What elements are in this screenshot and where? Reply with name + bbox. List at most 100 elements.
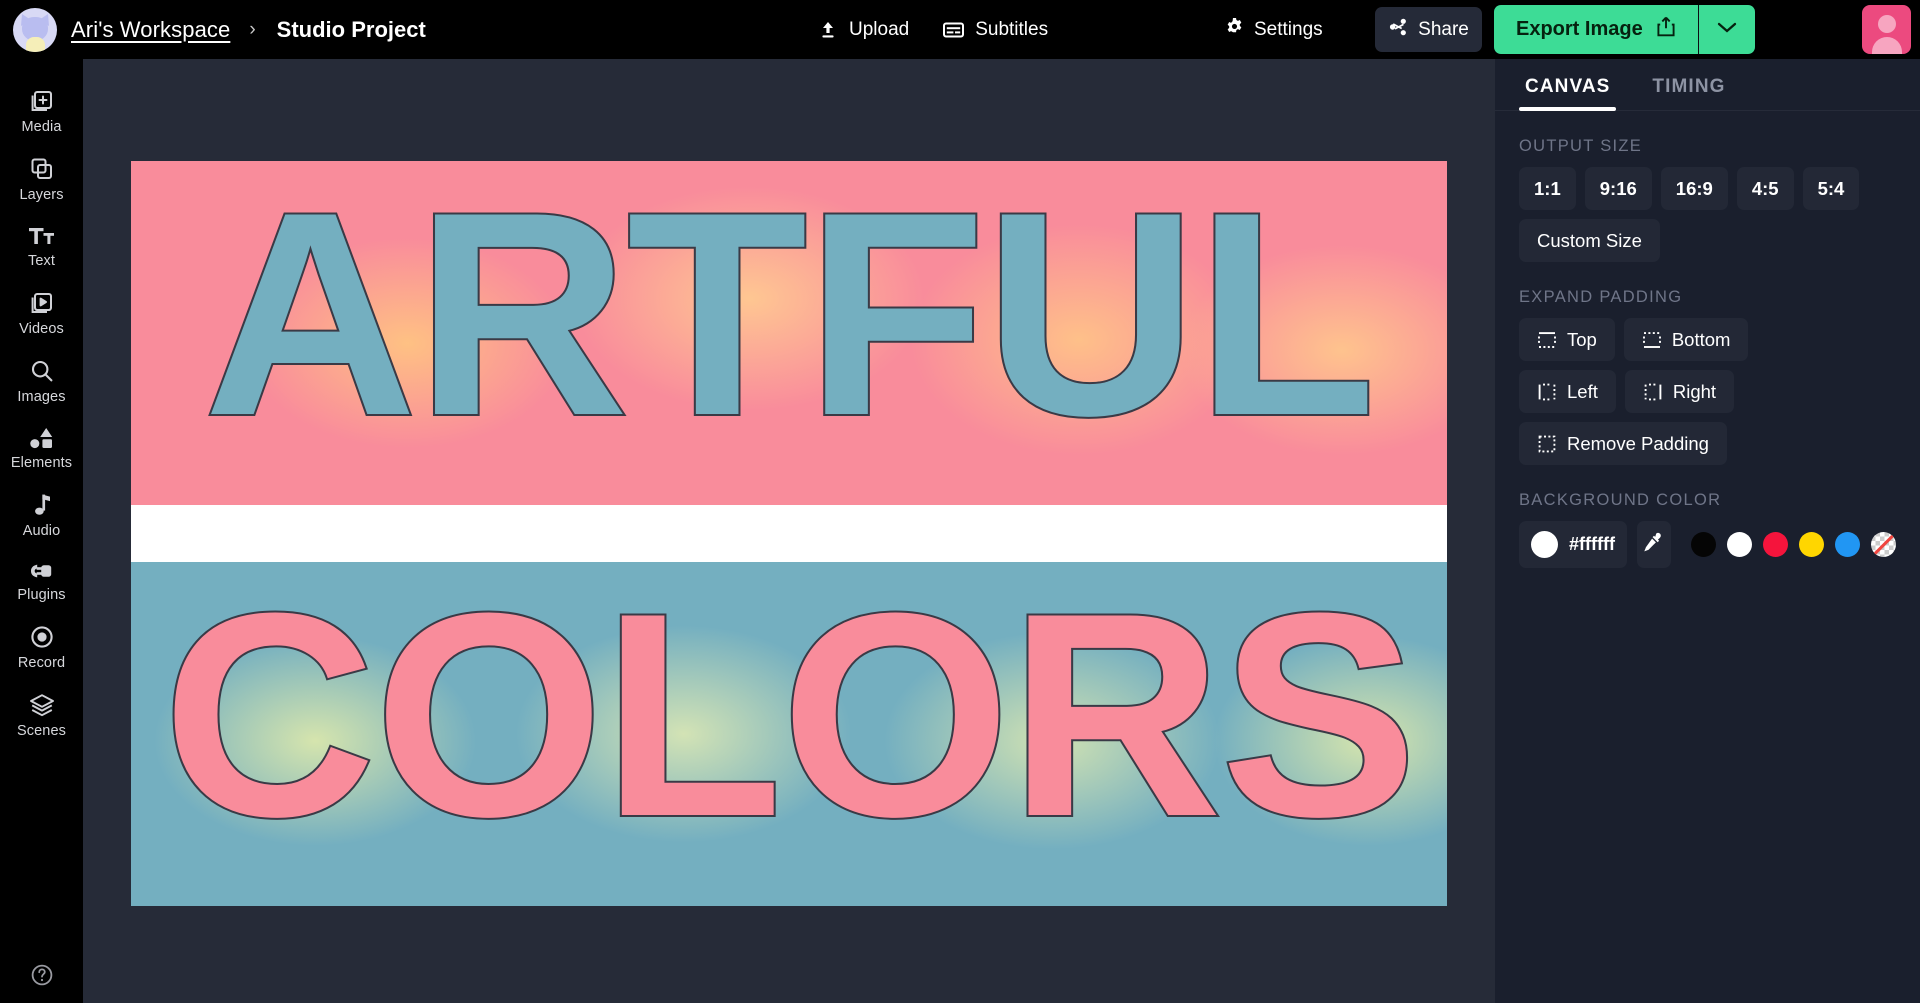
padding-top-button[interactable]: Top (1519, 318, 1615, 361)
sidebar-label-record: Record (17, 655, 66, 671)
sidebar-item-text[interactable]: Text (0, 213, 83, 279)
ratio-5-4[interactable]: 5:4 (1802, 167, 1860, 210)
top-bar-tools: Upload Subtitles (818, 0, 1048, 59)
expand-padding-row-3: Remove Padding (1495, 422, 1920, 465)
expand-padding-row-1: Top Bottom (1495, 318, 1920, 361)
share-export-icon (1656, 16, 1676, 43)
sidebar-label-images: Images (17, 389, 66, 405)
output-size-ratios: 1:1 9:16 16:9 4:5 5:4 (1495, 167, 1920, 210)
swatch-black[interactable] (1691, 532, 1716, 557)
output-size-label: OUTPUT SIZE (1519, 137, 1643, 155)
padding-remove-icon (1537, 434, 1557, 454)
upload-icon (818, 20, 838, 40)
export-image-label: Export Image (1516, 18, 1643, 40)
sidebar-item-scenes[interactable]: Scenes (0, 681, 83, 749)
background-color-controls: #ffffff (1495, 521, 1920, 568)
export-dropdown-button[interactable] (1698, 5, 1755, 54)
ratio-1-1[interactable]: 1:1 (1519, 167, 1576, 210)
padding-bottom-button[interactable]: Bottom (1623, 318, 1749, 361)
canvas-band-bottom: COLORS (131, 562, 1447, 906)
upload-label: Upload (849, 18, 910, 40)
share-button[interactable]: Share (1375, 7, 1482, 52)
subtitles-button[interactable]: Subtitles (943, 0, 1048, 59)
sidebar-item-audio[interactable]: Audio (0, 481, 83, 549)
record-icon (29, 624, 55, 650)
sidebar-label-audio: Audio (22, 523, 61, 539)
user-avatar[interactable] (1862, 5, 1911, 54)
settings-button[interactable]: Settings (1225, 0, 1323, 59)
eyedropper-icon (1643, 532, 1664, 558)
padding-left-label: Left (1567, 380, 1598, 402)
upload-button[interactable]: Upload (818, 0, 909, 59)
left-sidebar: Media Layers Text Videos Images Elements… (0, 59, 83, 1003)
custom-size-button[interactable]: Custom Size (1519, 219, 1660, 262)
scenes-icon (28, 692, 56, 718)
plugins-icon (28, 560, 55, 582)
sidebar-item-media[interactable]: Media (0, 77, 83, 145)
padding-right-icon (1643, 382, 1663, 402)
top-bar: Ari's Workspace › Studio Project Upload (0, 0, 1920, 59)
sidebar-label-text: Text (28, 253, 55, 269)
artful-text-layer: ARTFUL (202, 161, 1379, 478)
sidebar-item-videos[interactable]: Videos (0, 279, 83, 347)
chevron-down-icon (1716, 20, 1738, 39)
padding-top-icon (1537, 330, 1557, 350)
workspace-link[interactable]: Ari's Workspace (71, 17, 230, 43)
sidebar-item-layers[interactable]: Layers (0, 145, 83, 213)
remove-padding-label: Remove Padding (1567, 432, 1709, 454)
workspace-avatar[interactable] (13, 7, 57, 52)
colors-text-layer: COLORS (160, 562, 1419, 879)
current-color-hex: #ffffff (1569, 534, 1615, 554)
help-circle-icon[interactable] (29, 962, 55, 993)
avatar-body (1871, 37, 1902, 54)
background-color-field[interactable]: #ffffff (1519, 521, 1627, 568)
swatch-white[interactable] (1727, 532, 1752, 557)
canvas-bottom-text: COLORS (162, 562, 1415, 877)
design-canvas[interactable]: ARTFUL COLORS (131, 161, 1447, 906)
project-title: Studio Project (276, 16, 426, 42)
padding-right-button[interactable]: Right (1624, 370, 1735, 413)
swatch-blue[interactable] (1835, 532, 1860, 557)
canvas-divider (131, 505, 1447, 562)
current-color-swatch (1531, 531, 1558, 558)
color-swatch-list (1691, 532, 1896, 557)
canvas-band-top: ARTFUL (131, 161, 1447, 505)
remove-padding-button[interactable]: Remove Padding (1519, 422, 1727, 465)
padding-left-button[interactable]: Left (1519, 370, 1616, 413)
canvas-top-text: ARTFUL (204, 161, 1375, 476)
layers-icon (29, 156, 55, 182)
background-color-label: BACKGROUND COLOR (1519, 491, 1722, 509)
sidebar-item-elements[interactable]: Elements (0, 415, 83, 481)
breadcrumb-separator: › (249, 18, 256, 40)
sidebar-item-plugins[interactable]: Plugins (0, 549, 83, 613)
tab-canvas[interactable]: CANVAS (1519, 76, 1617, 111)
media-icon (29, 88, 55, 114)
breadcrumb: Ari's Workspace › Studio Project (0, 7, 426, 52)
sidebar-label-elements: Elements (10, 455, 73, 471)
audio-icon (30, 492, 54, 518)
right-panel: CANVAS TIMING OUTPUT SIZE 1:1 9:16 16:9 … (1495, 59, 1920, 1003)
custom-size-row: Custom Size (1495, 219, 1920, 262)
sidebar-item-images[interactable]: Images (0, 347, 83, 415)
panel-tabs: CANVAS TIMING (1495, 59, 1920, 111)
swatch-yellow[interactable] (1799, 532, 1824, 557)
export-image-button[interactable]: Export Image (1494, 5, 1698, 54)
canvas-stage[interactable]: ARTFUL COLORS (83, 59, 1495, 1003)
tab-timing[interactable]: TIMING (1646, 76, 1731, 110)
settings-label: Settings (1254, 18, 1323, 40)
sidebar-label-plugins: Plugins (17, 587, 66, 603)
swatch-red[interactable] (1763, 532, 1788, 557)
export-group: Export Image (1494, 5, 1755, 54)
ratio-9-16[interactable]: 9:16 (1584, 167, 1652, 210)
share-label: Share (1418, 18, 1469, 40)
sidebar-item-record[interactable]: Record (0, 613, 83, 681)
sidebar-label-layers: Layers (19, 187, 64, 203)
app-root: Ari's Workspace › Studio Project Upload (0, 0, 1920, 1003)
ratio-16-9[interactable]: 16:9 (1660, 167, 1728, 210)
padding-top-label: Top (1567, 328, 1597, 350)
swatch-transparent[interactable] (1871, 532, 1896, 557)
gear-icon (1225, 17, 1244, 42)
ratio-4-5[interactable]: 4:5 (1736, 167, 1794, 210)
videos-icon (29, 290, 55, 316)
eyedropper-button[interactable] (1636, 521, 1671, 568)
